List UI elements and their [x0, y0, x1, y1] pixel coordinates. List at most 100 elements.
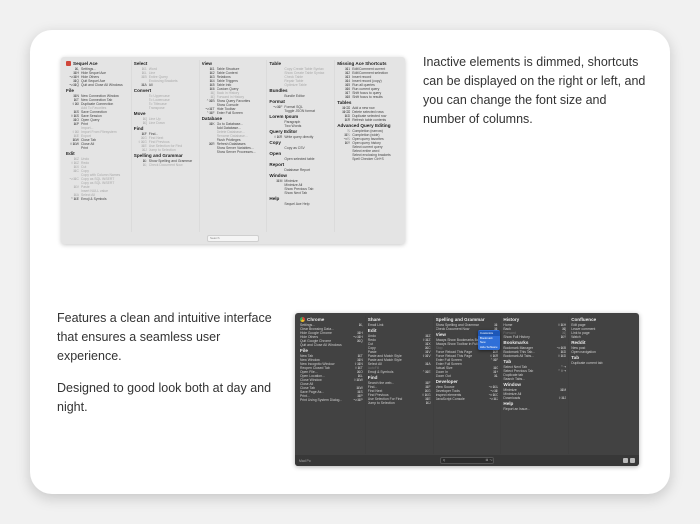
section-heading-label: Convert	[133, 88, 152, 93]
light-column: Table Copy Create Table Syntax Show Create…	[266, 60, 334, 232]
shortcut-item[interactable]: ⌥⌘J JavaScript Console	[436, 397, 499, 401]
section-heading-label: Tables	[337, 100, 352, 105]
shortcut-item[interactable]: Quit and Close All Windows	[300, 343, 363, 347]
dark-column: Confluence Edit page Leave comment Link to …	[568, 316, 636, 454]
shortcut-label: Show Server Processes...	[216, 150, 256, 154]
section-heading-label: Missing Ace Shortcuts	[337, 61, 387, 66]
shortcut-item[interactable]: Print	[66, 146, 129, 150]
shortcut-item[interactable]: ⌘; Check Document Now	[134, 163, 197, 167]
section-heading: Open	[269, 150, 332, 157]
light-shortcut-columns: Sequel Ace ⌘, Settings... ⌘H Hide Sequel Ace…	[64, 60, 402, 232]
section-heading-label: Query Editor	[269, 129, 298, 134]
light-footer: Search	[61, 233, 405, 244]
section-heading-label: Tab	[503, 359, 512, 364]
section-heading: Missing Ace Shortcuts	[337, 60, 400, 67]
shortcut-item[interactable]: Open navigation	[571, 350, 634, 354]
light-column: Missing Ace Shortcuts ⌘1 Edit/Comment curr…	[334, 60, 402, 232]
dark-column: Chrome ⌘, Settings... Clear Browsing Data..…	[298, 316, 365, 454]
light-search-field[interactable]: Search	[207, 235, 259, 242]
section-heading: Confluence	[571, 316, 634, 323]
section-heading-label: Share	[367, 317, 381, 322]
shortcut-item[interactable]: ⌃⌘E Emoji & Symbols	[66, 197, 129, 201]
shortcut-label: Print Using System Dialog...	[300, 398, 343, 402]
section-heading: Spelling and Grammar	[134, 152, 197, 159]
section-heading: Bookmarks	[503, 339, 566, 346]
shortcut-item[interactable]: Show Server Processes...	[202, 150, 265, 154]
section-heading-label: Database	[201, 116, 223, 121]
shortcut-keys	[619, 361, 634, 365]
shortcut-label: Enter Full Screen	[216, 111, 243, 115]
shortcut-label: Jump to Selection	[367, 401, 395, 405]
context-popup-menu[interactable]: Customize Bookmark New Hide Software	[478, 330, 500, 350]
section-heading: Edit	[66, 150, 129, 157]
section-heading: Find	[134, 125, 197, 132]
shortcut-keys: ⌥⌘J	[489, 397, 499, 401]
description-dimmed-shortcuts: Inactive elements is dimmed, shortcuts c…	[423, 55, 646, 126]
shortcut-item[interactable]: Duplicate current tab	[571, 361, 634, 365]
description-day-night: Designed to good look both at day and ni…	[57, 381, 272, 414]
section-heading-label: Find	[133, 126, 144, 131]
shortcut-item[interactable]: ⌘J Jump to Selection	[368, 401, 431, 405]
sequel-ace-app-icon	[66, 61, 71, 66]
shortcut-item[interactable]: Email Link	[368, 323, 431, 327]
shortcut-keys: ⌘-	[493, 374, 499, 378]
shortcut-label: Sequel Ace Help	[284, 202, 310, 206]
section-heading-label: Help	[503, 401, 514, 406]
section-heading: File	[66, 87, 129, 94]
description-bottom: Features a clean and intuitive interface…	[57, 309, 285, 430]
section-heading: Database	[202, 115, 265, 122]
section-heading: Query Editor	[269, 128, 332, 135]
section-heading-label: Spelling and Grammar	[435, 317, 485, 322]
section-heading: Bundles	[269, 87, 332, 94]
section-heading: Help	[503, 400, 566, 407]
shortcut-item[interactable]: ⌥⌘P Print Using System Dialog...	[300, 398, 363, 402]
dark-footer: Mad Po Q ⌘ ⌥	[295, 455, 639, 466]
description-clean-interface: Features a clean and intuitive interface…	[57, 311, 272, 363]
section-heading: Copy	[269, 139, 332, 146]
footer-icons	[623, 458, 635, 463]
shortcut-keys	[551, 377, 566, 381]
shortcut-item[interactable]: Report an Issue...	[503, 407, 566, 411]
section-heading-label: Select	[133, 61, 148, 66]
shortcut-item[interactable]: ⌥⌘Q Quit and Close All Windows	[66, 83, 129, 87]
dark-column: Share Email Link Edit ⌘Z Undo ⇧⌘Z Redo ⌘X Cut ⌘C C…	[364, 316, 433, 454]
section-heading-label: Move	[133, 111, 146, 116]
section-heading: Help	[269, 195, 332, 202]
shortcut-label: Print	[81, 146, 88, 150]
shortcut-keys	[416, 323, 431, 327]
dark-column: History ⇧⌘H Home ⌘[Back ⌘] Forward ⌘Y Show Full…	[500, 316, 568, 454]
help-icon[interactable]	[630, 458, 635, 463]
shortcut-item[interactable]: Spell Checker Ctrl+S	[337, 157, 400, 161]
section-heading: Chrome	[300, 316, 363, 323]
section-heading: Tables	[337, 99, 400, 106]
shortcut-keys: ⇧⌘D	[557, 354, 567, 358]
shortcut-label: Quit and Close All Windows	[81, 83, 123, 87]
shortcut-item[interactable]: ⇧⌘D Bookmark All Tabs...	[503, 354, 566, 358]
section-heading: Move	[134, 110, 197, 117]
section-heading: Find	[368, 374, 431, 381]
shortcut-item[interactable]: Sequel Ace Help	[269, 202, 332, 206]
section-heading-label: Help	[269, 196, 280, 201]
dark-search-field[interactable]: Q ⌘ ⌥	[439, 457, 494, 464]
light-theme-screenshot: Sequel Ace ⌘, Settings... ⌘H Hide Sequel Ace…	[61, 57, 405, 244]
section-heading: Tab	[571, 354, 634, 361]
section-heading: Spelling and Grammar	[436, 316, 499, 323]
shortcut-keys	[269, 202, 284, 206]
popup-item[interactable]: Hide Software	[478, 345, 500, 350]
section-heading-label: Table	[269, 61, 282, 66]
section-heading-label: Confluence	[571, 317, 597, 322]
section-heading-label: Tab	[571, 355, 580, 360]
light-column: Select ⌘1 Word ⌘L Line ⌘B Entire Query Enclosin…	[130, 60, 199, 232]
section-heading-label: Window	[269, 173, 287, 178]
search-hint: ⌘ ⌥	[485, 458, 493, 462]
shortcut-label: Line Down	[148, 121, 165, 125]
section-heading-label: Format	[269, 99, 285, 104]
section-heading-label: Reddit	[571, 340, 586, 345]
section-heading-label: Lorem Ipsum	[269, 114, 299, 119]
section-heading-label: Copy	[269, 140, 281, 145]
section-heading: Window	[503, 381, 566, 388]
shortcut-label: All	[148, 83, 153, 87]
shortcut-label: Emoji & Symbols	[81, 197, 107, 201]
settings-icon[interactable]	[623, 458, 628, 463]
shortcut-label: JavaScript Console	[435, 397, 465, 401]
